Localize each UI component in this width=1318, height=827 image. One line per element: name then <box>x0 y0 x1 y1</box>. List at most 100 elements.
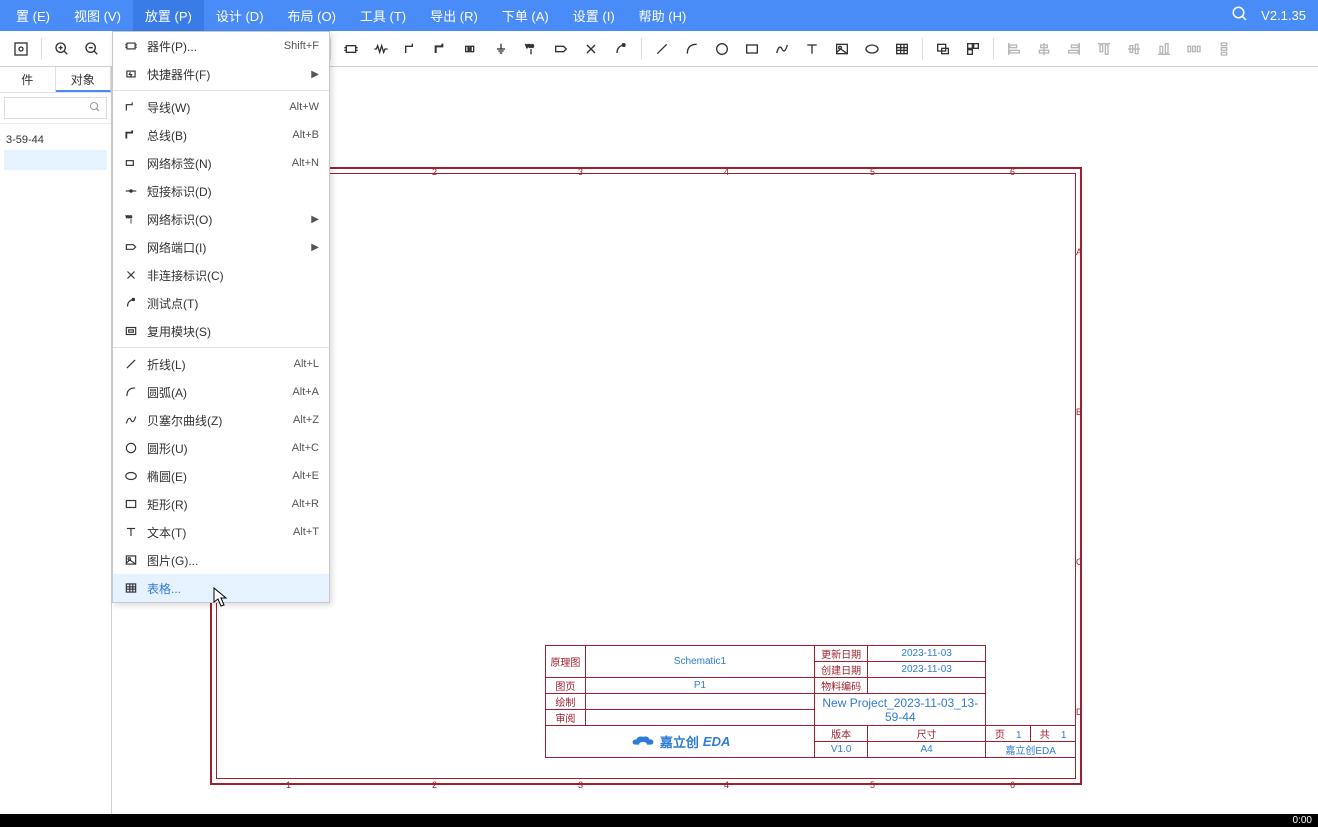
tool-gnd-icon[interactable] <box>487 35 515 63</box>
reuse-icon <box>121 323 141 339</box>
menu-view[interactable]: 视图 (V) <box>62 0 133 31</box>
tb-size-value: A4 <box>867 742 985 758</box>
tb-review-label: 审阅 <box>546 710 586 726</box>
dd-item-circle[interactable]: 圆形(U)Alt+C <box>113 434 329 462</box>
dd-item-bezier[interactable]: 贝塞尔曲线(Z)Alt+Z <box>113 406 329 434</box>
ruler-right-a: A <box>1076 247 1082 257</box>
tb-schematic-label: 原理图 <box>546 646 586 678</box>
ruler-bot-5: 5 <box>870 780 875 790</box>
lp-tab-parts[interactable]: 件 <box>0 67 56 92</box>
global-search-icon[interactable] <box>1227 1 1253 30</box>
menu-design[interactable]: 设计 (D) <box>204 0 276 31</box>
tb-updated-value: 2023-11-03 <box>867 646 985 662</box>
circle-icon <box>121 440 141 456</box>
dd-item-netport[interactable]: 网络端口(I)▶ <box>113 233 329 261</box>
tool-dist-v-icon[interactable] <box>1210 35 1238 63</box>
tool-zoomout-icon[interactable] <box>78 35 106 63</box>
ruler-bot-6: 6 <box>1010 780 1015 790</box>
tool-align-middle-icon[interactable] <box>1120 35 1148 63</box>
tool-arc-icon[interactable] <box>678 35 706 63</box>
menu-place[interactable]: 放置 (P) <box>133 0 204 31</box>
clock-readout: 0:00 <box>1293 814 1312 827</box>
tool-vcc-icon[interactable]: vcc <box>517 35 545 63</box>
tb-created-label: 创建日期 <box>815 662 868 678</box>
dd-item-arc[interactable]: 圆弧(A)Alt+A <box>113 378 329 406</box>
tool-wire-icon[interactable] <box>397 35 425 63</box>
dd-item-image[interactable]: 图片(G)... <box>113 546 329 574</box>
tool-dist-h-icon[interactable] <box>1180 35 1208 63</box>
testpoint-icon <box>121 295 141 311</box>
dd-item-ellipse[interactable]: 椭圆(E)Alt+E <box>113 462 329 490</box>
tool-align-right-icon[interactable] <box>1060 35 1088 63</box>
tb-page-label: 页 1 <box>986 726 1031 742</box>
dd-item-table[interactable]: 表格... <box>113 574 329 602</box>
dd-item-netlabel[interactable]: 网络标签(N)Alt+N <box>113 149 329 177</box>
tool-align-center-icon[interactable] <box>1030 35 1058 63</box>
tool-align-bottom-icon[interactable] <box>1150 35 1178 63</box>
tb-review-value <box>585 710 815 726</box>
menu-help[interactable]: 帮助 (H) <box>627 0 699 31</box>
tree-node-schematic[interactable] <box>4 150 107 170</box>
tool-port-icon[interactable] <box>547 35 575 63</box>
tool-netlabel-icon[interactable]: N <box>457 35 485 63</box>
tb-drawn-value <box>585 694 815 710</box>
menu-order[interactable]: 下单 (A) <box>490 0 561 31</box>
tool-table-icon[interactable] <box>888 35 916 63</box>
dd-item-text[interactable]: 文本(T)Alt+T <box>113 518 329 546</box>
menu-export[interactable]: 导出 (R) <box>418 0 490 31</box>
tb-drawn-label: 绘制 <box>546 694 586 710</box>
dd-item-polyline[interactable]: 折线(L)Alt+L <box>113 350 329 378</box>
dd-item-component[interactable]: 器件(P)...Shift+F <box>113 32 329 60</box>
tool-design-manager-icon[interactable] <box>959 35 987 63</box>
menu-edit[interactable]: 置 (E) <box>4 0 62 31</box>
dd-item-reuse[interactable]: 复用模块(S) <box>113 317 329 345</box>
tb-version-value: V1.0 <box>815 742 868 758</box>
ruler-bot-1: 1 <box>286 780 291 790</box>
menu-settings[interactable]: 设置 (I) <box>561 0 627 31</box>
tb-size-label: 尺寸 <box>867 726 985 742</box>
dd-item-noconnect[interactable]: 非连接标识(C) <box>113 261 329 289</box>
wire-icon <box>121 99 141 115</box>
lp-search <box>0 93 111 124</box>
tool-zoomin-icon[interactable] <box>48 35 76 63</box>
tool-testpoint-icon[interactable] <box>607 35 635 63</box>
short-icon <box>121 183 141 199</box>
tree-node-project[interactable]: 3-59-44 <box>4 130 107 150</box>
quick-component-icon <box>121 66 141 82</box>
dd-item-bus[interactable]: 总线(B)Alt+B <box>113 121 329 149</box>
tool-resistor-icon[interactable] <box>367 35 395 63</box>
polyline-icon <box>121 356 141 372</box>
lp-tab-objects[interactable]: 对象 <box>56 67 112 92</box>
tool-rect-icon[interactable] <box>738 35 766 63</box>
tool-bezier-icon[interactable] <box>768 35 796 63</box>
dd-item-wire[interactable]: 导线(W)Alt+W <box>113 93 329 121</box>
tool-align-top-icon[interactable] <box>1090 35 1118 63</box>
tool-line-icon[interactable] <box>648 35 676 63</box>
tool-text-icon[interactable] <box>798 35 826 63</box>
menu-layout[interactable]: 布局 (O) <box>276 0 348 31</box>
tb-bom-value <box>867 678 985 694</box>
menu-tools[interactable]: 工具 (T) <box>348 0 418 31</box>
dd-item-short[interactable]: 短接标识(D) <box>113 177 329 205</box>
rect-icon <box>121 496 141 512</box>
tool-ellipse-icon[interactable] <box>858 35 886 63</box>
tb-sheet-value: P1 <box>585 678 815 694</box>
tool-align-left-icon[interactable] <box>1000 35 1028 63</box>
version-label: V2.1.35 <box>1261 8 1306 23</box>
tool-fit-icon[interactable] <box>7 35 35 63</box>
dd-item-netflag[interactable]: vcc网络标识(O)▶ <box>113 205 329 233</box>
dd-item-rect[interactable]: 矩形(R)Alt+R <box>113 490 329 518</box>
tb-schematic-name: Schematic1 <box>585 646 815 678</box>
tool-noconnect-icon[interactable] <box>577 35 605 63</box>
tool-bus-icon[interactable] <box>427 35 455 63</box>
chevron-right-icon: ▶ <box>311 214 319 225</box>
tool-component-icon[interactable] <box>337 35 365 63</box>
tool-image-icon[interactable] <box>828 35 856 63</box>
dd-item-quick-component[interactable]: 快捷器件(F)▶ <box>113 60 329 88</box>
tool-cross-probe-icon[interactable] <box>929 35 957 63</box>
netflag-icon: vcc <box>121 211 141 227</box>
ruler-right-c: C <box>1076 557 1083 567</box>
tool-circle-icon[interactable] <box>708 35 736 63</box>
tb-total-label: 共 1 <box>1031 726 1076 742</box>
dd-item-testpoint[interactable]: 测试点(T) <box>113 289 329 317</box>
